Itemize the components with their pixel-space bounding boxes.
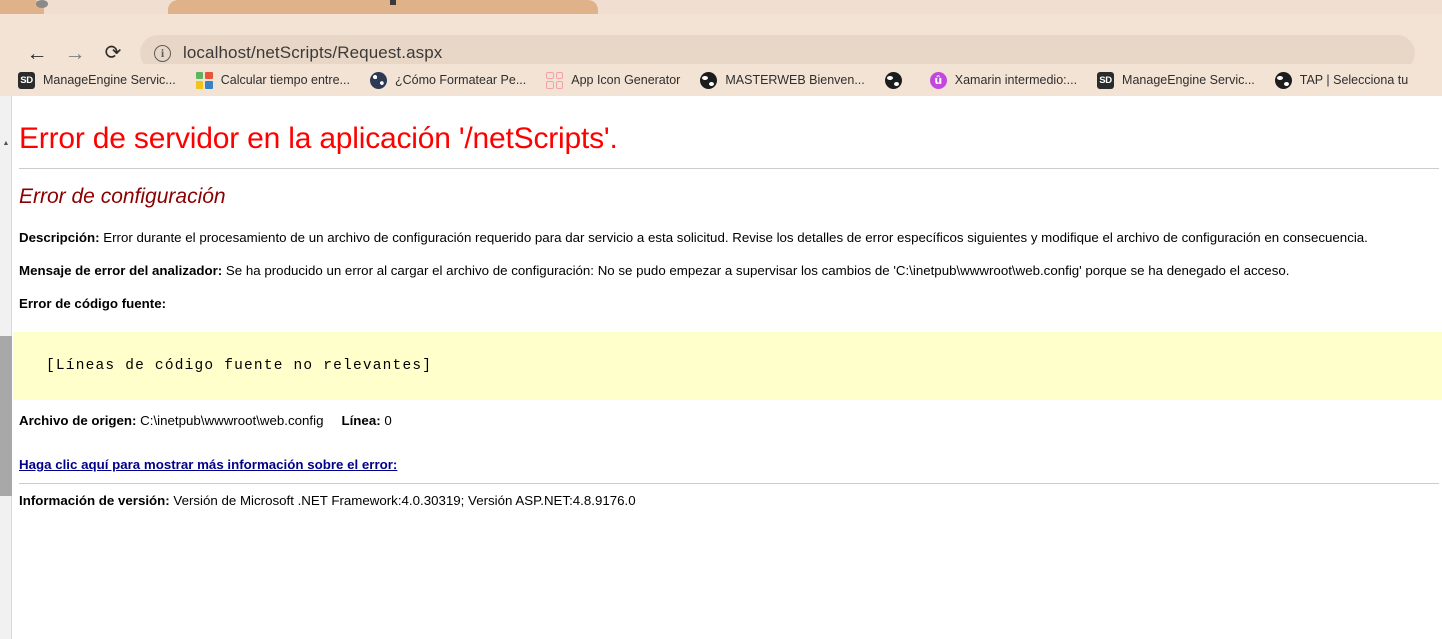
reload-icon: ⟳ <box>104 42 122 64</box>
scrollbar-thumb[interactable] <box>0 336 12 496</box>
bookmark-label: ¿Cómo Formatear Pe... <box>394 73 527 87</box>
bookmark-label: Xamarin intermedio:... <box>954 73 1078 87</box>
black-globe-icon <box>1274 71 1292 89</box>
parser-error-text: Se ha producido un error al cargar el ar… <box>222 262 1290 278</box>
bookmark-label: App Icon Generator <box>571 73 681 87</box>
bookmark-globe-unlabeled[interactable] <box>884 71 910 89</box>
purple-circle-icon: û <box>929 71 947 89</box>
version-text: Versión de Microsoft .NET Framework:4.0.… <box>169 492 636 508</box>
page-title: Error de servidor en la aplicación '/net… <box>19 122 618 155</box>
bookmark-masterweb[interactable]: MASTERWEB Bienven... <box>700 71 865 89</box>
color-grid-icon <box>195 71 213 89</box>
bookmark-calcular-tiempo[interactable]: Calcular tiempo entre... <box>195 71 350 89</box>
version-label: Información de versión: <box>19 492 170 508</box>
parser-error-label: Mensaje de error del analizador: <box>19 262 223 278</box>
tab-close-icon[interactable] <box>390 0 396 5</box>
bookmark-label: ManageEngine Servic... <box>1122 73 1255 87</box>
browser-toolbar: ← → ⟳ i localhost/netScripts/Request.asp… <box>0 14 1442 71</box>
back-arrow-icon: ← <box>26 41 48 65</box>
browser-chrome: ← → ⟳ i localhost/netScripts/Request.asp… <box>0 0 1442 96</box>
sd-badge-icon: SD <box>18 71 35 89</box>
black-globe-icon <box>700 71 718 89</box>
source-code-box: [Líneas de código fuente no relevantes] <box>13 331 1442 400</box>
active-tab[interactable] <box>168 0 598 14</box>
source-error-label: Error de código fuente: <box>19 295 167 311</box>
pink-grid-icon <box>546 71 564 89</box>
bookmark-app-icon-generator[interactable]: App Icon Generator <box>546 71 681 89</box>
bookmark-como-formatear[interactable]: ¿Cómo Formatear Pe... <box>369 71 527 89</box>
bookmark-tap[interactable]: TAP | Selecciona tu <box>1274 71 1409 89</box>
source-error-heading: Error de código fuente: <box>13 287 1442 320</box>
version-info-row: Información de versión: Versión de Micro… <box>13 484 1442 508</box>
dark-ball-icon <box>369 71 387 89</box>
line-value: 0 <box>380 412 392 428</box>
source-file-value: C:\inetpub\wwwroot\web.config <box>136 412 324 428</box>
tab-strip <box>0 0 1442 14</box>
bookmark-label: MASTERWEB Bienven... <box>725 73 865 87</box>
error-subtitle: Error de configuración <box>19 185 226 208</box>
bookmark-manageengine-1[interactable]: SD ManageEngine Servic... <box>18 71 176 89</box>
more-info-link[interactable]: Haga clic aquí para mostrar más informac… <box>19 457 397 472</box>
source-file-label: Archivo de origen: <box>19 412 137 428</box>
forward-arrow-icon: → <box>64 41 86 65</box>
bookmark-xamarin[interactable]: û Xamarin intermedio:... <box>929 71 1078 89</box>
line-label: Línea: <box>341 412 381 428</box>
source-code-line: [Líneas de código fuente no relevantes] <box>46 357 433 374</box>
vertical-scrollbar[interactable]: ▲ <box>0 96 12 639</box>
description-label: Descripción: <box>19 230 100 245</box>
source-file-row: Archivo de origen: C:\inetpub\wwwroot\we… <box>13 400 1442 435</box>
bookmark-label: Calcular tiempo entre... <box>220 73 350 87</box>
sd-badge-icon: SD <box>1097 71 1115 89</box>
tab-favicon-icon <box>36 0 48 8</box>
address-bar-url[interactable]: localhost/netScripts/Request.aspx <box>183 43 442 63</box>
bookmarks-bar: SD ManageEngine Servic... Calcular tiemp… <box>0 64 1442 96</box>
bookmark-label: ManageEngine Servic... <box>43 73 176 87</box>
black-globe-icon <box>884 71 902 89</box>
info-glyph: i <box>160 45 165 60</box>
bookmark-manageengine-2[interactable]: SD ManageEngine Servic... <box>1097 71 1255 89</box>
parser-error-paragraph: Mensaje de error del analizador: Se ha p… <box>13 254 1442 287</box>
bookmark-label: TAP | Selecciona tu <box>1299 73 1409 87</box>
page-viewport: ▲ Error de servidor en la aplicación '/n… <box>0 96 1442 639</box>
scroll-up-arrow-icon[interactable]: ▲ <box>0 136 12 150</box>
site-info-icon[interactable]: i <box>154 44 171 62</box>
description-text: Error durante el procesamiento de un arc… <box>99 230 1368 245</box>
error-page-content: Error de servidor en la aplicación '/net… <box>13 96 1442 639</box>
description-paragraph: Descripción: Error durante el procesamie… <box>13 221 1442 254</box>
